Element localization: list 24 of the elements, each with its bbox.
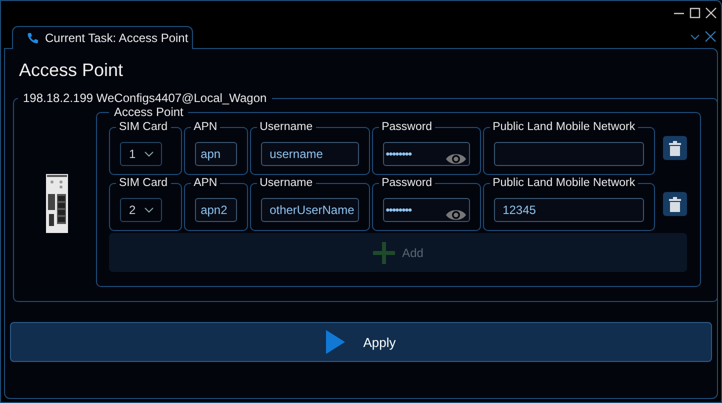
field-label: Username bbox=[260, 177, 313, 189]
connection-label: 198.18.2.199 WeConfigs4407@Local_Wagon bbox=[23, 91, 267, 105]
username-field[interactable]: username bbox=[260, 142, 359, 166]
sim-select[interactable]: 1 bbox=[120, 142, 162, 166]
tab[interactable]: Current Task: Access Point bbox=[12, 26, 193, 49]
apn-field[interactable]: apn bbox=[194, 142, 237, 166]
page-title: Access Point bbox=[18, 59, 124, 82]
field-label: Public Land Mobile Network bbox=[492, 121, 636, 133]
apply-button[interactable]: Apply bbox=[10, 322, 712, 362]
field-label: SIM Card bbox=[119, 121, 168, 133]
username-field[interactable]: otherUserName bbox=[260, 198, 359, 222]
plmn-field[interactable]: 12345 bbox=[494, 198, 644, 222]
apn-field[interactable]: apn2 bbox=[194, 198, 237, 222]
access-point-label: Access Point bbox=[114, 105, 184, 119]
password-field[interactable]: •••••••• bbox=[382, 198, 470, 222]
field-label: APN bbox=[194, 121, 218, 133]
sim-select[interactable]: 2 bbox=[120, 198, 162, 222]
field-label: SIM Card bbox=[119, 177, 168, 189]
field-label: Password bbox=[382, 177, 432, 189]
password-field[interactable]: •••••••• bbox=[382, 142, 470, 166]
field-label: Public Land Mobile Network bbox=[492, 177, 636, 189]
field-label: Username bbox=[260, 121, 313, 133]
field-label: APN bbox=[194, 177, 218, 189]
field-label: Password bbox=[382, 121, 432, 133]
